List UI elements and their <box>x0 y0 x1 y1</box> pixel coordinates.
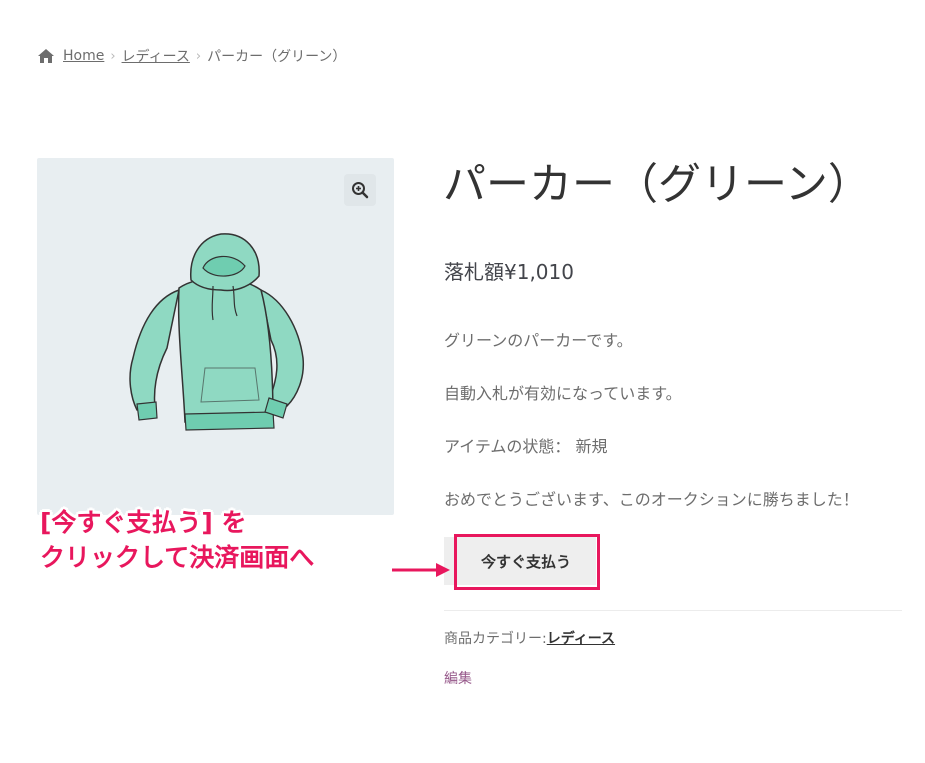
product-price: 落札額¥1,010 <box>444 260 574 284</box>
annotation-line-2: クリックして決済画面へ <box>40 543 315 572</box>
breadcrumb-separator: › <box>110 48 116 64</box>
category-link[interactable]: レディース <box>547 631 615 647</box>
breadcrumb-category-link[interactable]: レディース <box>122 46 190 66</box>
edit-link[interactable]: 編集 <box>444 668 472 688</box>
product-gallery <box>37 158 394 515</box>
breadcrumb-separator: › <box>195 48 202 64</box>
description-line: アイテムの状態： 新規 <box>444 437 608 456</box>
product-title: パーカー（グリーン） <box>443 160 871 210</box>
breadcrumb: Home › レディース › パーカー（グリーン） <box>37 45 346 67</box>
breadcrumb-home-link[interactable]: Home <box>63 48 104 64</box>
description-line: おめでとうございます、このオークションに勝ちました！ <box>444 490 859 509</box>
zoom-button[interactable] <box>344 174 376 206</box>
product-category-meta: 商品カテゴリー:レディース <box>444 628 615 648</box>
breadcrumb-current: パーカー（グリーン） <box>207 49 347 65</box>
description-line: グリーンのパーカーです。 <box>444 331 633 350</box>
description-line: 自動入札が有効になっています。 <box>444 384 682 403</box>
zoom-in-icon <box>352 182 369 199</box>
arrow-right-icon <box>392 563 450 577</box>
hoodie-product-image <box>129 233 305 431</box>
pay-now-button[interactable]: 今すぐ支払う <box>456 537 596 585</box>
category-label: 商品カテゴリー: <box>444 631 547 647</box>
home-icon <box>38 49 54 63</box>
annotation-line-1: [今すぐ支払う] を <box>40 508 247 537</box>
divider <box>444 610 902 611</box>
